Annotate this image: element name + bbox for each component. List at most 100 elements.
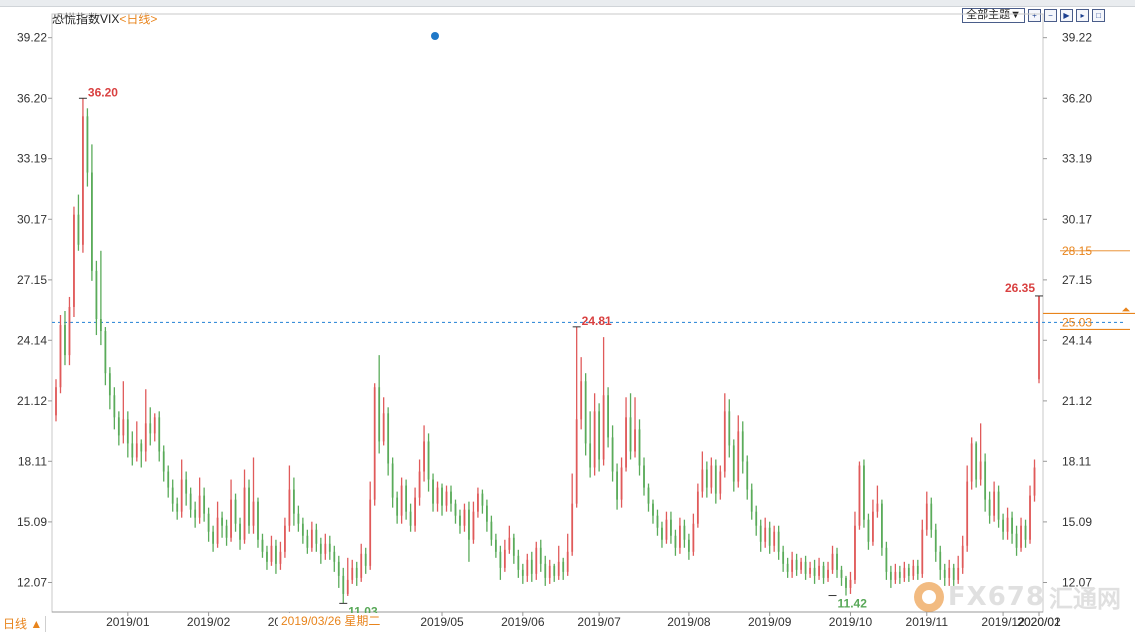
candle-body [979, 461, 982, 480]
candle-body [737, 431, 740, 482]
candle-body [459, 515, 461, 526]
candle-body [364, 553, 367, 566]
candle-body [849, 579, 852, 588]
candle-body [768, 527, 771, 546]
candle-body [418, 471, 421, 498]
candle-body [230, 499, 232, 538]
candle-body [337, 561, 340, 576]
candle-body [1024, 525, 1027, 540]
candle-body [252, 501, 255, 526]
candle-body [207, 513, 210, 532]
candle-body [59, 325, 62, 388]
candle-body [64, 325, 66, 356]
candle-body [526, 559, 529, 576]
candle-body [732, 445, 735, 482]
candle-body [916, 565, 919, 574]
candle-body [566, 551, 569, 572]
candle-body [575, 419, 578, 504]
candle-body [153, 417, 156, 434]
candle-body [1029, 495, 1031, 540]
candle-body [108, 373, 111, 396]
fx678-logo-icon [913, 581, 944, 612]
candle-body [773, 531, 776, 546]
candle-body [557, 561, 560, 576]
candle-body [360, 553, 363, 578]
candle-body [490, 521, 493, 540]
y-tick-label-left: 30.17 [17, 212, 47, 226]
candle-body [117, 417, 120, 436]
candle-body [355, 567, 358, 578]
candle-body [665, 519, 668, 540]
x-tick-label: 2019/05 [420, 615, 464, 629]
candle-body [301, 523, 304, 536]
candle-body [804, 561, 807, 574]
candle-body [297, 513, 300, 524]
annotations: 36.2011.0324.8111.4226.35 [78, 85, 1043, 618]
candle-body [234, 499, 237, 524]
candle-body [212, 531, 215, 544]
candle-body [925, 503, 928, 530]
candle-body [126, 419, 129, 444]
candle-body [782, 551, 785, 564]
y-tick-label-left: 33.19 [17, 152, 47, 166]
candle-body [512, 537, 515, 556]
candle-body [171, 487, 174, 504]
candle-body [679, 525, 681, 548]
x-tick-label: 2019/06 [501, 615, 545, 629]
candle-body [701, 469, 704, 492]
candle-body [55, 387, 57, 416]
candle-body [86, 116, 89, 173]
candle-body [1015, 533, 1018, 548]
candle-body [1033, 467, 1036, 496]
candle-body [292, 489, 295, 514]
candle-body [333, 551, 336, 562]
candle-body [1020, 525, 1022, 548]
candle-body [257, 501, 259, 540]
candle-body [1011, 517, 1013, 534]
candle-body [189, 493, 192, 510]
candle-body [795, 559, 798, 570]
candle-body [746, 461, 749, 490]
candle-body [867, 519, 870, 542]
candle-body [382, 413, 385, 442]
candle-body [593, 411, 596, 468]
candle-body [477, 493, 479, 512]
upper-price-label: 28.15 [1062, 244, 1092, 258]
candle-body [158, 417, 161, 452]
candle-body [530, 559, 533, 574]
candle-body [68, 306, 71, 356]
candle-body [77, 214, 80, 245]
candle-body [135, 443, 138, 458]
candle-body [113, 395, 116, 418]
candle-body [288, 489, 291, 526]
candle-body [468, 509, 470, 540]
candle-body [607, 395, 609, 438]
candle-body [472, 511, 475, 540]
candle-body [239, 523, 241, 540]
candle-body [167, 471, 170, 488]
x-tick-label: 2019/08 [667, 615, 711, 629]
annotation-label: 11.42 [838, 597, 868, 611]
candle-body [553, 565, 556, 576]
candle-body [261, 539, 264, 552]
candle-body [872, 511, 874, 542]
candlestick-chart[interactable]: 39.22 39.22 36.20 36.20 33.19 33.19 30.17 30.17… [0, 0, 1135, 634]
candle-body [755, 511, 758, 526]
candle-body [91, 172, 93, 271]
candle-body [310, 529, 313, 548]
period-toggle[interactable]: 日线 ▲ [0, 616, 47, 632]
candle-body [99, 319, 102, 332]
candle-body [728, 411, 731, 446]
candles [55, 98, 1040, 604]
candle-body [863, 465, 865, 520]
candle-body [777, 531, 780, 552]
candle-body [966, 481, 969, 546]
candle-body [764, 527, 767, 542]
candle-body [934, 529, 937, 552]
candle-body [800, 561, 803, 570]
candle-body [670, 519, 672, 536]
candle-body [647, 487, 650, 504]
candle-body [741, 431, 744, 462]
candle-body [450, 491, 452, 504]
candle-body [535, 547, 538, 574]
